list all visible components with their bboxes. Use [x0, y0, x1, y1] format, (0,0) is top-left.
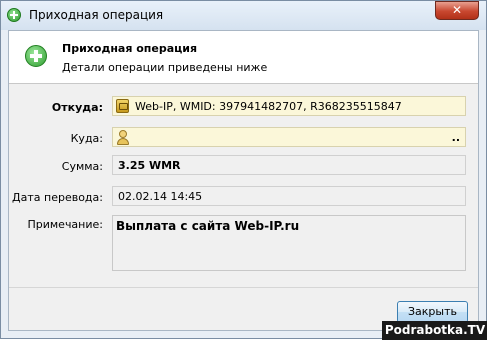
note-field: Выплата с сайта Web-IP.ru [112, 215, 466, 271]
date-field: 02.02.14 14:45 [112, 186, 466, 206]
amount-value: 3.25 WMR [118, 159, 181, 172]
from-label: Откуда: [51, 101, 103, 114]
date-label: Дата перевода: [12, 191, 103, 204]
close-icon: ✕ [451, 3, 463, 17]
window-title: Приходная операция [29, 8, 164, 22]
note-value: Выплата с сайта Web-IP.ru [116, 219, 300, 233]
add-icon [25, 45, 47, 67]
person-icon [117, 130, 129, 145]
browse-button[interactable]: .. [452, 131, 460, 144]
to-field[interactable]: .. [112, 127, 466, 147]
footer-divider [9, 287, 478, 288]
amount-label: Сумма: [61, 160, 103, 173]
dialog-body: Приходная операция Детали операции приве… [8, 30, 479, 331]
amount-field: 3.25 WMR [112, 155, 466, 175]
watermark: Podrabotka.TV [382, 321, 487, 340]
dialog-header: Приходная операция Детали операции приве… [9, 31, 478, 84]
dialog-window: Приходная операция ✕ Приходная операция … [0, 0, 487, 340]
close-button[interactable]: Закрыть [397, 301, 468, 323]
to-label: Куда: [70, 132, 103, 145]
title-bar[interactable]: Приходная операция ✕ [1, 1, 486, 30]
window-close-button[interactable]: ✕ [435, 1, 479, 20]
note-label: Примечание: [27, 218, 103, 231]
date-value: 02.02.14 14:45 [118, 190, 203, 203]
from-field[interactable]: Web-IP, WMID: 397941482707, R36823551584… [112, 96, 466, 116]
purse-icon [116, 99, 129, 113]
header-subtitle: Детали операции приведены ниже [62, 61, 268, 74]
add-icon [7, 8, 21, 22]
header-title: Приходная операция [62, 42, 198, 55]
from-value: Web-IP, WMID: 397941482707, R36823551584… [135, 100, 402, 113]
